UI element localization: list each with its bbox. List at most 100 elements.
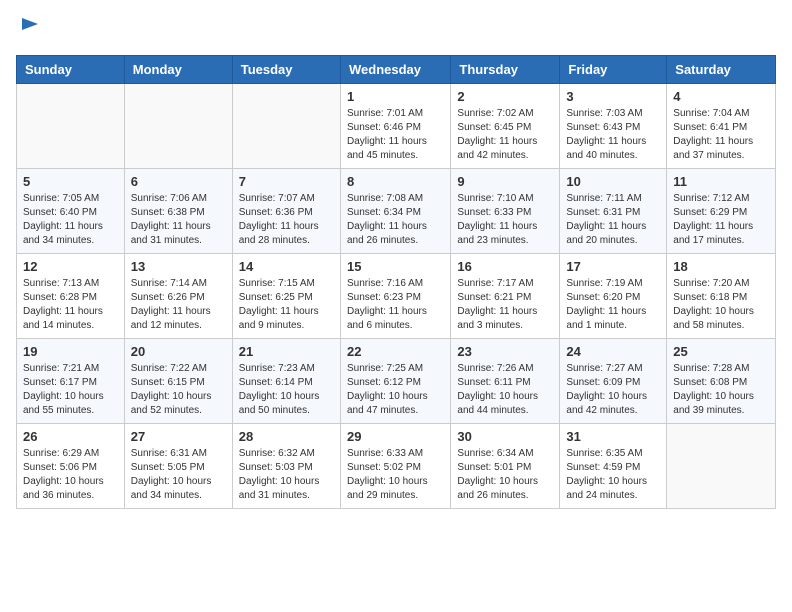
header-tuesday: Tuesday [232, 55, 340, 83]
day-number: 12 [23, 259, 118, 274]
calendar-table: SundayMondayTuesdayWednesdayThursdayFrid… [16, 55, 776, 509]
day-number: 21 [239, 344, 334, 359]
calendar-cell: 18 Sunrise: 7:20 AM Sunset: 6:18 PM Dayli… [667, 253, 776, 338]
calendar-week-4: 19 Sunrise: 7:21 AM Sunset: 6:17 PM Dayli… [17, 338, 776, 423]
day-info: Sunrise: 7:08 AM Sunset: 6:34 PM Dayligh… [347, 192, 444, 248]
day-info: Sunrise: 7:15 AM Sunset: 6:25 PM Dayligh… [239, 277, 334, 333]
day-info: Sunrise: 7:19 AM Sunset: 6:20 PM Dayligh… [566, 277, 660, 333]
calendar-week-2: 5Sunrise: 7:05 AM Sunset: 6:40 PM Daylig… [17, 168, 776, 253]
calendar-week-5: 26 Sunrise: 6:29 AM Sunset: 5:06 PM Dayli… [17, 423, 776, 508]
day-number: 3 [566, 89, 660, 104]
day-info: Sunrise: 7:14 AM Sunset: 6:26 PM Dayligh… [131, 277, 226, 333]
day-info: Sunrise: 7:21 AM Sunset: 6:17 PM Dayligh… [23, 362, 118, 418]
calendar-cell [232, 83, 340, 168]
calendar-cell: 6 Sunrise: 7:06 AM Sunset: 6:38 PM Daylig… [124, 168, 232, 253]
calendar-cell: 3 Sunrise: 7:03 AM Sunset: 6:43 PM Daylig… [560, 83, 667, 168]
day-info: Sunrise: 7:22 AM Sunset: 6:15 PM Dayligh… [131, 362, 226, 418]
day-number: 31 [566, 429, 660, 444]
day-number: 24 [566, 344, 660, 359]
calendar-cell: 4Sunrise: 7:04 AM Sunset: 6:41 PM Daylig… [667, 83, 776, 168]
calendar-cell: 23 Sunrise: 7:26 AM Sunset: 6:11 PM Dayli… [451, 338, 560, 423]
calendar-cell: 21Sunrise: 7:23 AM Sunset: 6:14 PM Dayli… [232, 338, 340, 423]
day-number: 15 [347, 259, 444, 274]
calendar-cell: 8 Sunrise: 7:08 AM Sunset: 6:34 PM Daylig… [340, 168, 450, 253]
calendar-cell: 14 Sunrise: 7:15 AM Sunset: 6:25 PM Dayli… [232, 253, 340, 338]
calendar-cell: 28Sunrise: 6:32 AM Sunset: 5:03 PM Dayli… [232, 423, 340, 508]
calendar-week-3: 12Sunrise: 7:13 AM Sunset: 6:28 PM Dayli… [17, 253, 776, 338]
calendar-cell: 5Sunrise: 7:05 AM Sunset: 6:40 PM Daylig… [17, 168, 125, 253]
day-info: Sunrise: 7:25 AM Sunset: 6:12 PM Dayligh… [347, 362, 444, 418]
calendar-cell: 24 Sunrise: 7:27 AM Sunset: 6:09 PM Dayli… [560, 338, 667, 423]
calendar-cell: 1 Sunrise: 7:01 AM Sunset: 6:46 PM Daylig… [340, 83, 450, 168]
day-number: 26 [23, 429, 118, 444]
calendar-cell: 31Sunrise: 6:35 AM Sunset: 4:59 PM Dayli… [560, 423, 667, 508]
calendar-body: 1 Sunrise: 7:01 AM Sunset: 6:46 PM Daylig… [17, 83, 776, 508]
header-monday: Monday [124, 55, 232, 83]
calendar-cell: 20 Sunrise: 7:22 AM Sunset: 6:15 PM Dayli… [124, 338, 232, 423]
calendar-cell: 10 Sunrise: 7:11 AM Sunset: 6:31 PM Dayli… [560, 168, 667, 253]
day-number: 23 [457, 344, 553, 359]
header-sunday: Sunday [17, 55, 125, 83]
calendar-header-row: SundayMondayTuesdayWednesdayThursdayFrid… [17, 55, 776, 83]
day-info: Sunrise: 7:17 AM Sunset: 6:21 PM Dayligh… [457, 277, 553, 333]
day-number: 2 [457, 89, 553, 104]
calendar-cell: 27 Sunrise: 6:31 AM Sunset: 5:05 PM Dayli… [124, 423, 232, 508]
header-thursday: Thursday [451, 55, 560, 83]
day-number: 1 [347, 89, 444, 104]
logo-flag-icon [18, 16, 42, 40]
calendar-cell: 26 Sunrise: 6:29 AM Sunset: 5:06 PM Dayli… [17, 423, 125, 508]
calendar-cell [667, 423, 776, 508]
calendar-cell: 9Sunrise: 7:10 AM Sunset: 6:33 PM Daylig… [451, 168, 560, 253]
day-number: 9 [457, 174, 553, 189]
calendar-cell: 30Sunrise: 6:34 AM Sunset: 5:01 PM Dayli… [451, 423, 560, 508]
header-friday: Friday [560, 55, 667, 83]
day-number: 7 [239, 174, 334, 189]
calendar-cell: 11 Sunrise: 7:12 AM Sunset: 6:29 PM Dayli… [667, 168, 776, 253]
day-info: Sunrise: 6:29 AM Sunset: 5:06 PM Dayligh… [23, 447, 118, 503]
day-number: 20 [131, 344, 226, 359]
calendar-week-1: 1 Sunrise: 7:01 AM Sunset: 6:46 PM Daylig… [17, 83, 776, 168]
day-number: 10 [566, 174, 660, 189]
day-number: 13 [131, 259, 226, 274]
day-info: Sunrise: 6:32 AM Sunset: 5:03 PM Dayligh… [239, 447, 334, 503]
day-info: Sunrise: 7:07 AM Sunset: 6:36 PM Dayligh… [239, 192, 334, 248]
header-wednesday: Wednesday [340, 55, 450, 83]
day-number: 17 [566, 259, 660, 274]
calendar-cell: 7 Sunrise: 7:07 AM Sunset: 6:36 PM Daylig… [232, 168, 340, 253]
day-info: Sunrise: 7:02 AM Sunset: 6:45 PM Dayligh… [457, 107, 553, 163]
day-info: Sunrise: 7:12 AM Sunset: 6:29 PM Dayligh… [673, 192, 769, 248]
day-number: 18 [673, 259, 769, 274]
day-info: Sunrise: 7:26 AM Sunset: 6:11 PM Dayligh… [457, 362, 553, 418]
day-info: Sunrise: 7:16 AM Sunset: 6:23 PM Dayligh… [347, 277, 444, 333]
day-info: Sunrise: 7:01 AM Sunset: 6:46 PM Dayligh… [347, 107, 444, 163]
logo [16, 16, 42, 45]
day-info: Sunrise: 7:11 AM Sunset: 6:31 PM Dayligh… [566, 192, 660, 248]
day-info: Sunrise: 7:05 AM Sunset: 6:40 PM Dayligh… [23, 192, 118, 248]
day-number: 16 [457, 259, 553, 274]
day-info: Sunrise: 7:03 AM Sunset: 6:43 PM Dayligh… [566, 107, 660, 163]
day-number: 8 [347, 174, 444, 189]
day-info: Sunrise: 7:27 AM Sunset: 6:09 PM Dayligh… [566, 362, 660, 418]
calendar-cell: 13 Sunrise: 7:14 AM Sunset: 6:26 PM Dayli… [124, 253, 232, 338]
calendar-cell: 15 Sunrise: 7:16 AM Sunset: 6:23 PM Dayli… [340, 253, 450, 338]
calendar-cell: 22Sunrise: 7:25 AM Sunset: 6:12 PM Dayli… [340, 338, 450, 423]
day-number: 6 [131, 174, 226, 189]
day-number: 29 [347, 429, 444, 444]
day-info: Sunrise: 6:31 AM Sunset: 5:05 PM Dayligh… [131, 447, 226, 503]
day-info: Sunrise: 7:06 AM Sunset: 6:38 PM Dayligh… [131, 192, 226, 248]
day-number: 27 [131, 429, 226, 444]
day-number: 25 [673, 344, 769, 359]
day-number: 4 [673, 89, 769, 104]
calendar-cell: 12Sunrise: 7:13 AM Sunset: 6:28 PM Dayli… [17, 253, 125, 338]
calendar-cell: 29Sunrise: 6:33 AM Sunset: 5:02 PM Dayli… [340, 423, 450, 508]
day-number: 11 [673, 174, 769, 189]
day-info: Sunrise: 7:20 AM Sunset: 6:18 PM Dayligh… [673, 277, 769, 333]
calendar-cell: 16 Sunrise: 7:17 AM Sunset: 6:21 PM Dayli… [451, 253, 560, 338]
day-number: 14 [239, 259, 334, 274]
header-saturday: Saturday [667, 55, 776, 83]
day-info: Sunrise: 6:34 AM Sunset: 5:01 PM Dayligh… [457, 447, 553, 503]
day-number: 19 [23, 344, 118, 359]
calendar-cell: 17 Sunrise: 7:19 AM Sunset: 6:20 PM Dayli… [560, 253, 667, 338]
calendar-cell: 19 Sunrise: 7:21 AM Sunset: 6:17 PM Dayli… [17, 338, 125, 423]
calendar-cell [17, 83, 125, 168]
